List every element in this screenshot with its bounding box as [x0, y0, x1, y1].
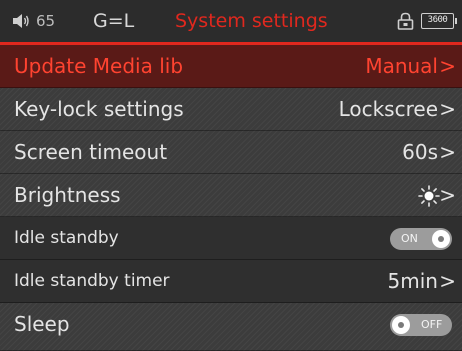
- lock-icon: [397, 12, 414, 30]
- eq-mode: G=L: [93, 10, 135, 32]
- setting-value: Lockscree: [338, 97, 438, 121]
- battery-indicator: 3600: [421, 13, 457, 29]
- setting-label: Update Media lib: [14, 54, 184, 78]
- chevron-right-icon: >: [439, 97, 456, 121]
- setting-idle-standby-timer[interactable]: Idle standby timer 5min >: [0, 260, 462, 303]
- chevron-right-icon: >: [439, 269, 456, 293]
- toggle-state: OFF: [421, 318, 443, 331]
- setting-idle-standby[interactable]: Idle standby ON: [0, 217, 462, 260]
- settings-screen: 65 G=L System settings 3600 Update Media…: [0, 0, 462, 351]
- setting-key-lock[interactable]: Key-lock settings Lockscree >: [0, 88, 462, 131]
- setting-update-media-lib[interactable]: Update Media lib Manual >: [0, 45, 462, 88]
- setting-label: Idle standby timer: [14, 271, 170, 291]
- setting-value: Manual: [365, 54, 438, 78]
- toggle-knob: [392, 316, 410, 334]
- setting-brightness[interactable]: Brightness >: [0, 174, 462, 217]
- volume-level: 65: [36, 12, 56, 30]
- chevron-right-icon: >: [439, 140, 456, 164]
- brightness-icon: [418, 185, 440, 207]
- setting-value: 5min: [387, 269, 438, 293]
- toggle-knob: [432, 230, 450, 248]
- setting-screen-timeout[interactable]: Screen timeout 60s >: [0, 131, 462, 174]
- sleep-toggle[interactable]: OFF: [390, 314, 452, 336]
- status-bar: 65 G=L System settings 3600: [0, 0, 462, 45]
- chevron-right-icon: >: [439, 183, 456, 207]
- page-title: System settings: [175, 10, 328, 32]
- idle-standby-toggle[interactable]: ON: [390, 228, 452, 250]
- setting-label: Key-lock settings: [14, 97, 184, 121]
- speaker-icon: [13, 14, 29, 28]
- chevron-right-icon: >: [439, 54, 456, 78]
- setting-value: 60s: [402, 140, 438, 164]
- setting-label: Idle standby: [14, 228, 119, 248]
- setting-label: Screen timeout: [14, 140, 168, 164]
- setting-sleep[interactable]: Sleep OFF: [0, 303, 462, 351]
- setting-label: Sleep: [14, 312, 70, 336]
- setting-label: Brightness: [14, 183, 121, 207]
- toggle-state: ON: [401, 232, 418, 245]
